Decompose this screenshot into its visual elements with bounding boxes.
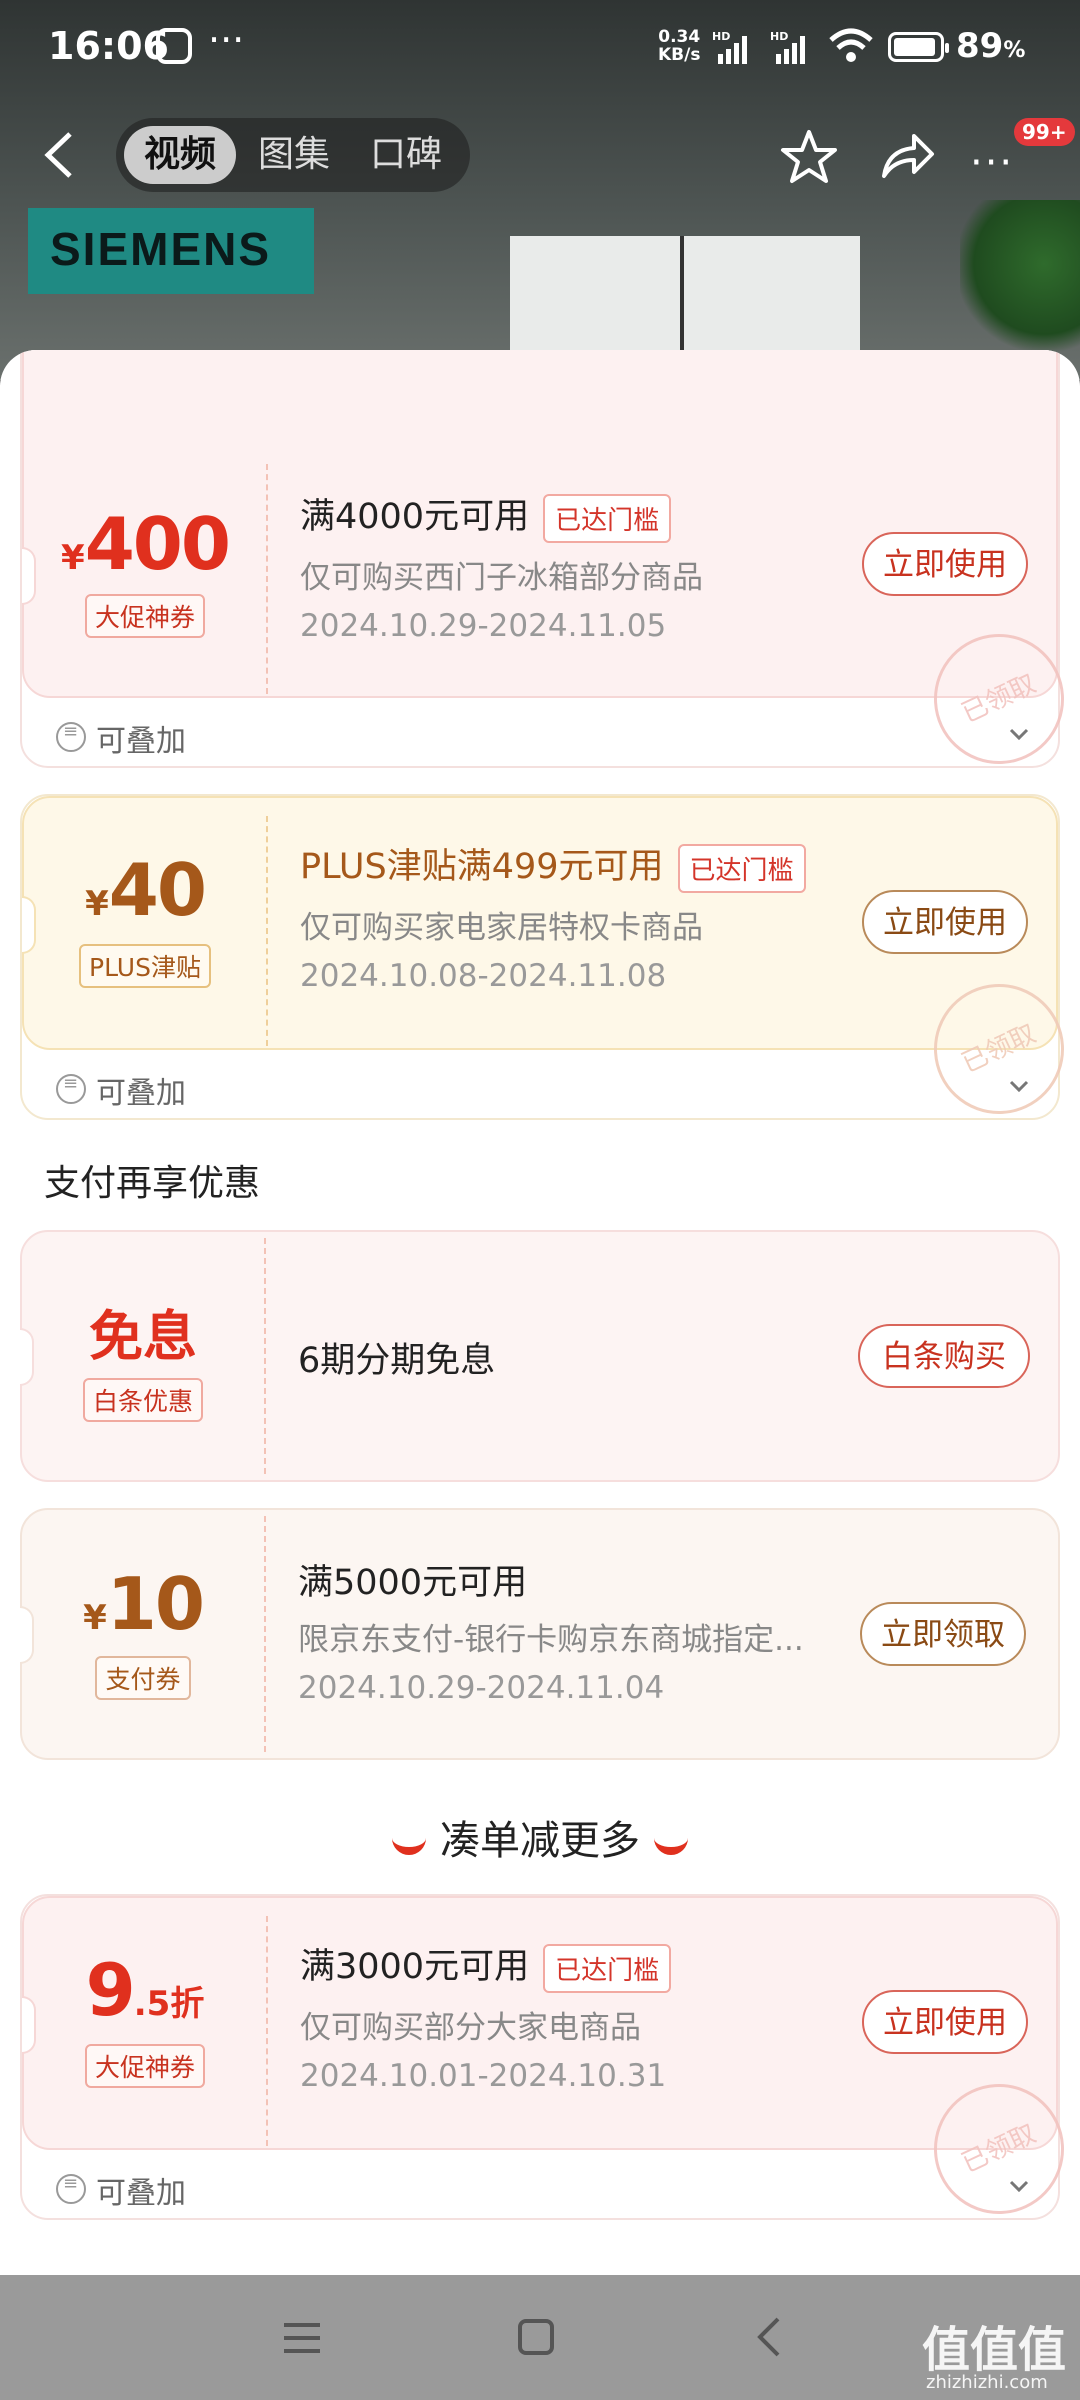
coupon-body: ¥400 大促神券 满4000元可用 已达门槛 仅可购买西门子冰箱部分商品 202…: [22, 350, 1080, 786]
tab-reviews[interactable]: 口碑: [356, 126, 456, 184]
payment-offer-card: ¥10 支付券 满5000元可用 限京东支付-银行卡购京东商城指定... 202…: [20, 1508, 1060, 1760]
network-speed: 0.34 KB/s: [658, 28, 700, 64]
stackable-label: 可叠加: [96, 2176, 186, 2211]
status-more-dots: ···: [208, 18, 245, 62]
threshold-pill: 已达门槛: [543, 1943, 672, 1993]
watermark-logo: 值值值: [922, 2322, 1067, 2378]
payment-offer-card: 免息 白条优惠 6期分期免息 白条购买: [20, 1230, 1060, 1482]
coupon-amount: 9.5折: [85, 1948, 205, 2032]
coupon-date: 2024.10.08-2024.11.08: [300, 958, 667, 994]
brand-logo-text: SIEMENS: [50, 223, 272, 275]
star-icon[interactable]: [780, 128, 838, 186]
system-navigation-bar: [0, 2275, 1080, 2400]
tab-gallery[interactable]: 图集: [244, 126, 344, 184]
coupon-condition: 满3000元可用 已达门槛: [300, 1938, 672, 1993]
product-hero: SIEMENS 16:06 ··· 0.34 KB/s HD HD 89% 视频…: [0, 0, 1080, 380]
chevron-down-icon[interactable]: [1008, 1076, 1030, 1098]
use-now-button[interactable]: 立即使用: [862, 890, 1028, 954]
back-chevron-left-icon[interactable]: [40, 130, 80, 180]
coupon-footer[interactable]: 可叠加: [22, 698, 1058, 770]
hd-label: HD: [712, 30, 730, 43]
coupon-footer[interactable]: 可叠加: [22, 1050, 1058, 1122]
use-now-button[interactable]: 立即使用: [862, 532, 1028, 596]
recent-apps-menu-icon[interactable]: [282, 2321, 322, 2355]
stackable-label: 可叠加: [96, 724, 186, 759]
installment-condition: 6期分期免息: [298, 1341, 496, 1381]
chevron-down-icon[interactable]: [1008, 2176, 1030, 2198]
signal-icon-2: HD: [770, 30, 805, 64]
network-speed-unit: KB/s: [658, 45, 701, 65]
stackable-label: 可叠加: [96, 1076, 186, 1111]
signal-icon: HD: [712, 30, 747, 64]
hd-label-2: HD: [770, 30, 788, 43]
baitiao-buy-button[interactable]: 白条购买: [858, 1324, 1030, 1388]
coupon-amount: ¥40: [85, 848, 207, 932]
coupon-condition: 满4000元可用 已达门槛: [300, 488, 672, 543]
stack-icon: [56, 2173, 86, 2204]
message-badge: 99+: [1014, 118, 1075, 146]
coupon-date: 2024.10.01-2024.10.31: [300, 2058, 667, 2094]
coupon-body: 9.5折 大促神券 满3000元可用 已达门槛 仅可购买部分大家电商品 2024.…: [22, 1896, 1080, 2236]
interest-free-label: 免息: [89, 1305, 197, 1368]
coupon-body: ¥40 PLUS津贴 PLUS津贴满499元可用 已达门槛 仅可购买家电家居特权卡…: [22, 796, 1080, 1136]
coupon-description: 仅可购买西门子冰箱部分商品: [300, 560, 703, 596]
coupon-type-tag: 大促神券: [24, 594, 266, 638]
status-time: 16:06: [48, 24, 169, 68]
coupon-description: 仅可购买家电家居特权卡商品: [300, 910, 703, 946]
coupon-date: 2024.10.29-2024.11.05: [300, 608, 667, 644]
battery-icon: [888, 32, 949, 62]
coupon-condition: 满5000元可用: [298, 1563, 528, 1603]
offers-sheet: 优惠 ¥400 大促神券 满4000元可用已达门槛 仅可购买西门子冰箱部分商品 …: [0, 350, 1080, 2275]
chevron-down-icon[interactable]: [1008, 724, 1030, 746]
more-dots-icon[interactable]: ···: [970, 140, 1014, 186]
watermark-url: zhizhizhi.com: [926, 2372, 1048, 2393]
coupon-description: 限京东支付-银行卡购京东商城指定...: [298, 1622, 804, 1658]
coupon-condition: PLUS津贴满499元可用 已达门槛: [300, 838, 806, 893]
use-now-button[interactable]: 立即使用: [862, 1990, 1028, 2054]
coupon-date: 2024.10.29-2024.11.04: [298, 1670, 665, 1706]
coupon-card: ¥40 PLUS津贴 PLUS津贴满499元可用 已达门槛 仅可购买家电家居特权卡…: [20, 794, 1080, 1136]
coupon-amount: ¥400: [61, 502, 231, 586]
share-icon[interactable]: [880, 130, 936, 182]
brand-logo: SIEMENS: [28, 208, 314, 294]
threshold-pill: 已达门槛: [677, 843, 806, 893]
battery-percent: 89%: [956, 26, 1026, 66]
coupon-type-tag: 大促神券: [24, 2044, 266, 2088]
more-section-title: 凑单减更多: [0, 1808, 1080, 1866]
home-square-icon[interactable]: [518, 2319, 554, 2355]
coupon-type-tag: 支付券: [22, 1656, 264, 1700]
status-bar: 16:06 ··· 0.34 KB/s HD HD 89%: [0, 0, 1080, 92]
coupon-card: ¥400 大促神券 满4000元可用 已达门槛 仅可购买西门子冰箱部分商品 202…: [20, 350, 1080, 786]
claim-now-button[interactable]: 立即领取: [860, 1602, 1026, 1666]
media-tabs: 视频 图集 口碑: [116, 118, 470, 192]
stack-icon: [56, 1073, 86, 1104]
coupon-description: 仅可购买部分大家电商品: [300, 2010, 641, 2046]
smile-icon: [392, 1831, 426, 1855]
plant-image: [960, 200, 1080, 360]
network-speed-value: 0.34: [658, 27, 701, 47]
threshold-pill: 已达门槛: [543, 493, 672, 543]
smile-icon: [654, 1831, 688, 1855]
coupon-type-tag: PLUS津贴: [24, 944, 266, 988]
tab-video[interactable]: 视频: [124, 126, 236, 184]
coupon-amount: ¥10: [83, 1562, 205, 1646]
stack-icon: [56, 721, 86, 752]
coupon-card: 9.5折 大促神券 满3000元可用 已达门槛 仅可购买部分大家电商品 2024.…: [20, 1894, 1080, 2236]
system-back-icon[interactable]: [754, 2315, 784, 2359]
coupon-type-tag: 白条优惠: [22, 1378, 264, 1422]
wifi-icon: [829, 28, 873, 62]
app-notification-icon: [156, 28, 192, 64]
coupon-footer[interactable]: 可叠加: [22, 2150, 1058, 2222]
payment-section-title: 支付再享优惠: [44, 1163, 261, 1204]
